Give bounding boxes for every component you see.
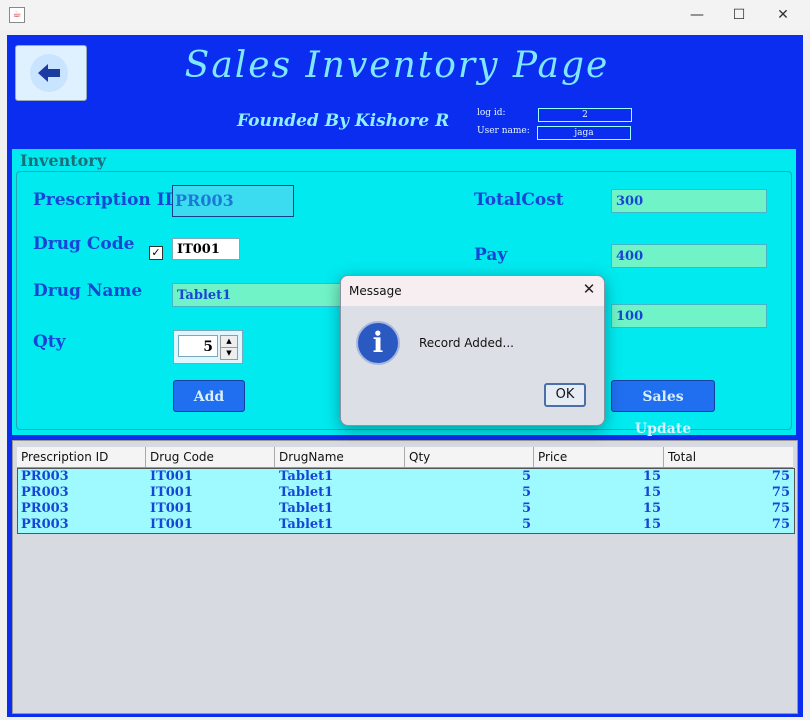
drug-name-label: Drug Name xyxy=(33,281,143,301)
total-cost-label: TotalCost xyxy=(474,190,564,210)
dialog-close-button[interactable]: ✕ xyxy=(579,280,599,298)
back-button[interactable] xyxy=(15,45,87,101)
maximize-button[interactable]: ☐ xyxy=(716,0,762,30)
cell-drug-name: Tablet1 xyxy=(279,469,334,484)
prescription-id-label: Prescription ID xyxy=(33,190,180,210)
cell-drug-name: Tablet1 xyxy=(279,517,334,532)
balance-input[interactable]: 100 xyxy=(611,304,767,328)
table-row[interactable]: PR003 IT001 Tablet1 5 15 75 xyxy=(18,485,794,501)
dialog-message: Record Added... xyxy=(419,336,514,350)
window-titlebar: ☕ — ☐ ✕ xyxy=(0,0,810,30)
log-id-value: 2 xyxy=(538,108,632,122)
cell-drug-name: Tablet1 xyxy=(279,485,334,500)
sales-table-panel: Prescription ID Drug Code DrugName Qty P… xyxy=(12,440,798,714)
cell-prescription-id: PR003 xyxy=(21,469,69,484)
prescription-id-input[interactable]: PR003 xyxy=(172,185,294,217)
table-body: PR003 IT001 Tablet1 5 15 75 PR003 IT001 … xyxy=(17,468,795,534)
cell-price: 15 xyxy=(642,485,661,500)
qty-down-button[interactable]: ▼ xyxy=(220,347,238,360)
cell-qty: 5 xyxy=(521,517,531,532)
cell-total: 75 xyxy=(771,469,790,484)
dialog-titlebar: Message ✕ xyxy=(341,276,604,306)
close-window-button[interactable]: ✕ xyxy=(760,0,806,30)
founded-by-label: Founded By Kishore R xyxy=(237,111,450,131)
cell-qty: 5 xyxy=(521,501,531,516)
arrow-left-icon xyxy=(30,54,68,92)
cell-price: 15 xyxy=(642,469,661,484)
message-dialog: Message ✕ i Record Added... OK xyxy=(340,275,605,426)
column-price[interactable]: Price xyxy=(534,447,664,467)
user-name-value: jaga xyxy=(537,126,631,140)
page-title: Sales Inventory Page xyxy=(184,45,610,86)
cell-price: 15 xyxy=(642,517,661,532)
inventory-title: Inventory xyxy=(20,151,107,170)
drug-code-input[interactable]: IT001 xyxy=(172,238,240,260)
cell-total: 75 xyxy=(771,485,790,500)
pay-input[interactable]: 400 xyxy=(611,244,767,268)
drug-code-checkbox[interactable]: ✓ xyxy=(149,246,163,260)
sales-update-button[interactable]: Sales Update xyxy=(611,380,715,437)
add-button[interactable]: Add xyxy=(173,380,245,412)
column-qty[interactable]: Qty xyxy=(405,447,534,467)
cell-total: 75 xyxy=(771,501,790,516)
table-row[interactable]: PR003 IT001 Tablet1 5 15 75 xyxy=(18,469,794,485)
user-name-label: User name: xyxy=(477,126,530,136)
column-total[interactable]: Total xyxy=(664,447,793,467)
log-id-label: log id: xyxy=(477,108,506,118)
header: Sales Inventory Page Founded By Kishore … xyxy=(7,35,803,147)
column-prescription-id[interactable]: Prescription ID xyxy=(17,447,146,467)
drug-code-label: Drug Code xyxy=(33,234,135,254)
cell-prescription-id: PR003 xyxy=(21,501,69,516)
qty-input[interactable]: 5 xyxy=(178,335,218,357)
cell-total: 75 xyxy=(771,517,790,532)
pay-label: Pay xyxy=(474,245,508,265)
minimize-button[interactable]: — xyxy=(674,0,720,30)
table-row[interactable]: PR003 IT001 Tablet1 5 15 75 xyxy=(18,517,794,533)
cell-qty: 5 xyxy=(521,469,531,484)
cell-drug-code: IT001 xyxy=(150,485,193,500)
cell-drug-name: Tablet1 xyxy=(279,501,334,516)
total-cost-input[interactable]: 300 xyxy=(611,189,767,213)
cell-prescription-id: PR003 xyxy=(21,485,69,500)
table-header: Prescription ID Drug Code DrugName Qty P… xyxy=(17,447,793,468)
cell-drug-code: IT001 xyxy=(150,469,193,484)
dialog-title: Message xyxy=(349,284,402,298)
column-drug-code[interactable]: Drug Code xyxy=(146,447,275,467)
qty-stepper[interactable]: 5 ▲ ▼ xyxy=(173,330,243,364)
cell-prescription-id: PR003 xyxy=(21,517,69,532)
cell-qty: 5 xyxy=(521,485,531,500)
drug-name-input[interactable]: Tablet1 xyxy=(172,283,347,307)
column-drug-name[interactable]: DrugName xyxy=(275,447,405,467)
table-row[interactable]: PR003 IT001 Tablet1 5 15 75 xyxy=(18,501,794,517)
qty-label: Qty xyxy=(33,332,66,352)
java-app-icon: ☕ xyxy=(9,7,25,23)
info-icon: i xyxy=(356,321,400,365)
cell-drug-code: IT001 xyxy=(150,501,193,516)
ok-button[interactable]: OK xyxy=(544,383,586,407)
cell-drug-code: IT001 xyxy=(150,517,193,532)
cell-price: 15 xyxy=(642,501,661,516)
